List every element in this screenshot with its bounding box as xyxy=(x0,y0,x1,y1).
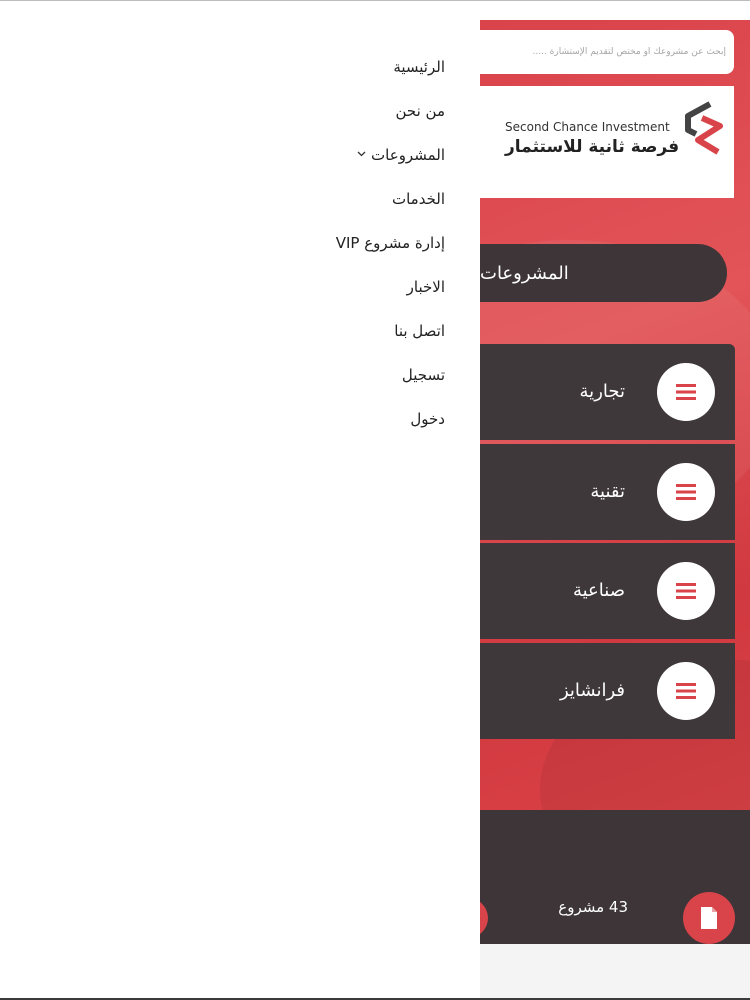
nav-menu: الرئيسية من نحن المشروعات الخدمات إدارة … xyxy=(336,45,445,441)
nav-item-label: الخدمات xyxy=(391,190,445,208)
brand-name-ar: فرصة ثانية للاستثمار xyxy=(505,137,680,157)
category-tech[interactable]: تقنية xyxy=(480,444,735,540)
logo[interactable]: Second Chance Investment فرصة ثانية للاس… xyxy=(480,86,734,198)
category-franchise[interactable]: فرانشايز xyxy=(480,643,735,739)
nav-item-label: من نحن xyxy=(395,102,446,120)
chevron-down-icon xyxy=(357,137,366,173)
page-content: Second Chance Investment فرصة ثانية للاس… xyxy=(480,20,750,944)
nav-item-label: اتصل بنا xyxy=(394,322,445,340)
nav-item-home[interactable]: الرئيسية xyxy=(336,45,445,89)
project-count: 43 مشروع xyxy=(558,898,628,916)
category-commercial[interactable]: تجارية xyxy=(480,344,735,440)
nav-item-vip[interactable]: إدارة مشروع VIP xyxy=(336,221,445,265)
section-title-label: المشروعات xyxy=(480,262,569,284)
search-input[interactable] xyxy=(480,30,726,74)
category-label: صناعية xyxy=(572,580,625,601)
nav-item-news[interactable]: الاخبار xyxy=(336,265,445,309)
nav-item-label: تسجيل xyxy=(401,366,445,384)
hamburger-icon[interactable] xyxy=(657,662,715,720)
brand-name-en: Second Chance Investment xyxy=(505,120,670,134)
category-label: فرانشايز xyxy=(559,680,625,701)
partial-button[interactable] xyxy=(480,898,488,938)
nav-item-label: إدارة مشروع VIP xyxy=(335,234,445,252)
category-industrial[interactable]: صناعية xyxy=(480,543,735,639)
category-label: تقنية xyxy=(590,481,625,502)
nav-item-about[interactable]: من نحن xyxy=(336,89,446,133)
hamburger-icon[interactable] xyxy=(657,363,715,421)
hamburger-icon[interactable] xyxy=(657,463,715,521)
nav-drawer: الرئيسية من نحن المشروعات الخدمات إدارة … xyxy=(0,1,480,998)
search-box xyxy=(480,30,734,74)
nav-item-label: الاخبار xyxy=(406,278,445,296)
hamburger-icon[interactable] xyxy=(657,562,715,620)
brand-mark-icon xyxy=(685,101,723,155)
nav-item-register[interactable]: تسجيل xyxy=(336,353,445,397)
nav-item-contact[interactable]: اتصل بنا xyxy=(336,309,445,353)
nav-item-login[interactable]: دخول xyxy=(336,397,445,441)
project-count-card: 43 مشروع xyxy=(480,810,750,944)
nav-item-label: دخول xyxy=(410,410,445,428)
document-icon[interactable] xyxy=(683,892,735,944)
nav-item-services[interactable]: الخدمات xyxy=(336,177,445,221)
nav-item-label: الرئيسية xyxy=(393,58,445,76)
page-footer-strip xyxy=(480,944,750,998)
nav-item-projects[interactable]: المشروعات xyxy=(336,133,445,177)
projects-section-title[interactable]: المشروعات xyxy=(480,244,727,302)
category-label: تجارية xyxy=(579,381,625,402)
nav-item-label: المشروعات xyxy=(371,146,445,164)
